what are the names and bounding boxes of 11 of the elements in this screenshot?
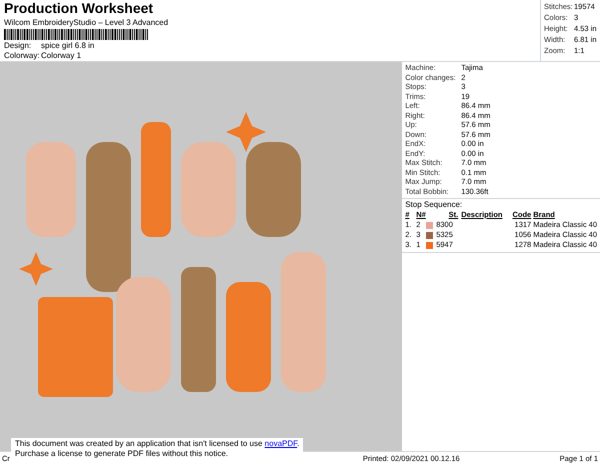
notice-text: Purchase a license to generate PDF files without this notice. <box>15 449 229 459</box>
section-title: Stop Sequence: <box>405 199 464 210</box>
subtitle: Wilcom EmbroideryStudio – Level 3 Advanced <box>4 17 170 28</box>
field-label: Design: <box>4 41 32 51</box>
barcode-icon <box>4 29 148 40</box>
field-label: Colorway: <box>4 51 41 61</box>
field-value: Colorway 1 <box>41 51 82 61</box>
novapdf-link[interactable]: novaPDF <box>264 439 298 448</box>
worksheet-title: Production Worksheet <box>4 0 154 17</box>
field-value: spice girl 6.8 in <box>41 41 94 51</box>
notice-text: This document was created by an application that isn't licensed to use novaPDF. <box>15 439 300 449</box>
